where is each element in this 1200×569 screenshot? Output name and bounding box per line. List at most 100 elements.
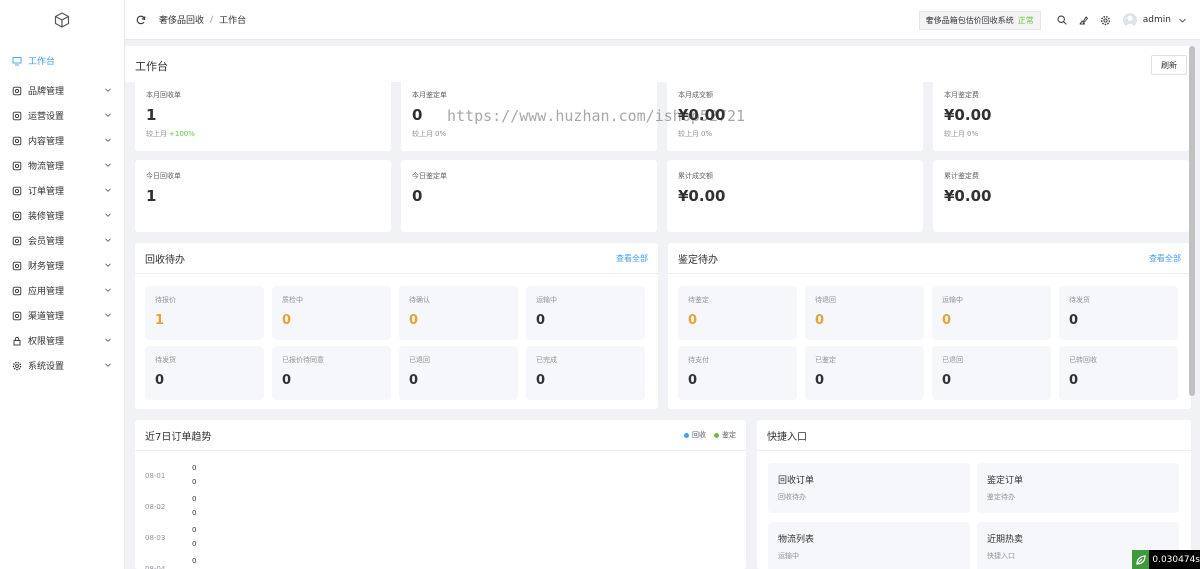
todo-label: 已鉴定 [815,356,836,364]
gear-icon[interactable] [1100,14,1112,26]
order-trend-title: 近7日订单趋势 [145,431,212,443]
sidebar-item-label: 运营设置 [28,112,65,122]
avatar[interactable] [1122,13,1137,27]
trend-date: 08-03 [145,534,166,542]
todo-item[interactable]: 待退回 0 [805,286,924,340]
chevron-down-icon [104,136,112,147]
chevron-down-icon [104,236,112,247]
sidebar-item-label: 会员管理 [28,237,65,247]
sidebar-item-5[interactable]: 订单管理 [0,178,124,203]
sidebar: 工作台品牌管理运营设置内容管理物流管理订单管理 装修管理会员管理财务管理 应用管理渠… [0,0,125,569]
theme-icon[interactable] [1078,14,1090,26]
sidebar-item-12[interactable]: 系统设置 [0,353,124,378]
sidebar-item-8[interactable]: 财务管理 [0,253,124,278]
stat-card: 本月鉴定费 ¥0.00 较上月 0% [933,79,1189,151]
system-status-badge: 正常 [1017,15,1034,25]
todo-value: 0 [815,373,825,388]
sidebar-item-1[interactable]: 品牌管理 [0,78,124,103]
todo-item[interactable]: 运输中 0 [932,286,1051,340]
recycle-todo-title: 回收待办 [145,254,185,266]
stat-label: 今日回收单 [146,172,181,180]
content-icon [12,136,22,146]
sidebar-item-7[interactable]: 会员管理 [0,228,124,253]
todo-label: 待确认 [409,296,430,304]
refresh-button[interactable]: 刷新 [1151,55,1187,75]
appraisal-todo-view-all-link[interactable]: 查看全部 [1149,253,1181,264]
logo[interactable] [0,0,124,40]
sidebar-item-label: 系统设置 [28,362,65,372]
order-icon [12,186,22,196]
order-trend-header: 近7日订单趋势 回收 鉴定 [135,420,746,451]
todo-label: 待鉴定 [688,296,709,304]
quick-entry-item[interactable]: 物流列表 运输中 [768,522,970,569]
todo-item[interactable]: 已完成 0 [526,346,645,400]
sidebar-item-10[interactable]: 渠道管理 [0,303,124,328]
todo-value: 0 [282,313,292,328]
todo-item[interactable]: 待发货 0 [1059,286,1178,340]
todo-item[interactable]: 待支付 0 [678,346,797,400]
trend-recycle-count: 0 [192,526,197,534]
page-title: 工作台 [135,60,168,73]
member-icon [12,236,22,246]
sidebar-item-11[interactable]: 权限管理 [0,328,124,353]
recycle-todo-panel: 回收待办 查看全部 待报价 1 质检中 0 待确认 0 运输中 0 待发货 0 已报价待同意 0 已退回… [135,243,658,409]
todo-item[interactable]: 已退回 0 [399,346,518,400]
scrollbar[interactable] [1189,46,1195,396]
todo-item[interactable]: 待确认 0 [399,286,518,340]
sidebar-item-9[interactable]: 应用管理 [0,278,124,303]
todo-value: 0 [536,313,546,328]
stat-compare: 较上月 0% [678,129,712,139]
quick-entry-item[interactable]: 鉴定订单 鉴定待办 [977,463,1179,513]
stat-compare: 较上月 0% [412,129,446,139]
chevron-down-icon[interactable] [1176,14,1188,26]
watermark-text: https://www.huzhan.com/ishop52721 [447,107,746,125]
debug-timer-value: 0.030474s [1152,554,1200,565]
todo-label: 待退回 [815,296,836,304]
todo-item[interactable]: 已转回收 0 [1059,346,1178,400]
stat-card: 今日回收单 1 [135,160,391,232]
todo-label: 已报价待同意 [282,356,324,364]
legend-item: 回收 [684,430,706,440]
todo-label: 运输中 [942,296,963,304]
stat-label: 今日鉴定单 [412,172,447,180]
decoration-icon [12,211,22,221]
todo-label: 待报价 [155,296,176,304]
todo-item[interactable]: 待报价 1 [145,286,264,340]
stat-value: ¥0.00 [678,187,726,205]
finance-icon [12,261,22,271]
debug-timer: 0.030474s [1132,550,1200,569]
user-name[interactable]: admin [1143,15,1171,25]
refresh-icon[interactable] [136,15,146,25]
todo-label: 已退回 [409,356,430,364]
search-icon[interactable] [1056,14,1068,26]
stat-label: 本月鉴定费 [944,91,979,99]
sidebar-item-4[interactable]: 物流管理 [0,153,124,178]
recycle-todo-view-all-link[interactable]: 查看全部 [616,253,648,264]
stat-compare-value: 0% [435,130,447,138]
chevron-down-icon [104,186,112,197]
todo-value: 0 [1069,373,1079,388]
stat-card: 累计鉴定费 ¥0.00 [933,160,1189,232]
quick-entry-item[interactable]: 回收订单 回收待办 [768,463,970,513]
sidebar-item-label: 物流管理 [28,162,65,172]
trend-date: 08-02 [145,503,166,511]
trend-appraisal-count: 0 [192,540,197,548]
todo-item[interactable]: 已鉴定 0 [805,346,924,400]
sidebar-item-label: 权限管理 [28,337,65,347]
todo-item[interactable]: 已退回 0 [932,346,1051,400]
app-icon [12,286,22,296]
breadcrumb-item-root[interactable]: 奢侈品回收 [159,13,204,26]
sidebar-item-2[interactable]: 运营设置 [0,103,124,128]
todo-item[interactable]: 质检中 0 [272,286,391,340]
sidebar-item-0[interactable]: 工作台 [0,48,124,73]
legend-dot [684,432,689,438]
sidebar-item-6[interactable]: 装修管理 [0,203,124,228]
todo-item[interactable]: 运输中 0 [526,286,645,340]
stat-compare-value: 0% [967,130,979,138]
todo-item[interactable]: 待发货 0 [145,346,264,400]
stat-label: 本月成交额 [678,91,713,99]
sidebar-item-3[interactable]: 内容管理 [0,128,124,153]
stat-compare-value: +100% [169,130,195,138]
todo-item[interactable]: 已报价待同意 0 [272,346,391,400]
todo-item[interactable]: 待鉴定 0 [678,286,797,340]
